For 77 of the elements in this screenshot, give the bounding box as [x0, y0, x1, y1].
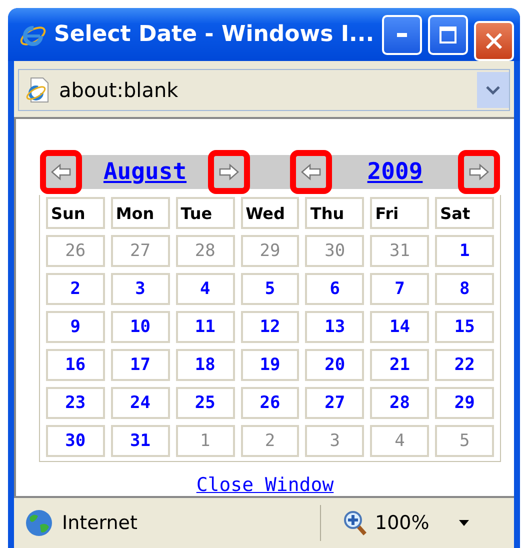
weekday-header: Sat	[435, 197, 494, 229]
zoom-icon	[343, 510, 367, 536]
day-cell[interactable]: 1	[435, 235, 494, 267]
weekday-header: Tue	[176, 197, 235, 229]
maximize-icon	[439, 26, 457, 44]
weekday-header: Sun	[46, 197, 105, 229]
close-icon	[485, 32, 503, 50]
month-link[interactable]: August	[82, 159, 208, 185]
day-cell[interactable]: 3	[110, 273, 170, 305]
day-cell[interactable]: 2	[46, 273, 105, 305]
maximize-button[interactable]	[428, 14, 468, 54]
day-cell[interactable]: 11	[176, 311, 235, 343]
day-cell[interactable]: 5	[240, 273, 300, 305]
day-cell[interactable]: 20	[305, 349, 364, 381]
day-cell[interactable]: 23	[46, 387, 105, 419]
day-cell[interactable]: 28	[370, 387, 430, 419]
window-title: Select Date - Windows I...	[54, 22, 376, 47]
chevron-down-icon	[485, 84, 501, 96]
day-cell[interactable]: 3	[305, 425, 364, 457]
security-zone-label: Internet	[62, 512, 138, 534]
next-button[interactable]	[458, 150, 500, 194]
day-cell[interactable]: 16	[46, 349, 105, 381]
previous-button[interactable]	[290, 150, 332, 194]
day-cell[interactable]: 7	[370, 273, 430, 305]
day-cell[interactable]: 14	[370, 311, 430, 343]
day-cell[interactable]: 27	[110, 235, 170, 267]
address-text: about:blank	[59, 78, 180, 102]
day-cell[interactable]: 22	[435, 349, 494, 381]
day-cell[interactable]: 28	[176, 235, 235, 267]
address-bar[interactable]: about:blank	[18, 69, 510, 111]
right-arrow-icon	[468, 163, 490, 181]
close-button[interactable]	[474, 20, 514, 60]
day-cell[interactable]: 2	[240, 425, 300, 457]
caret-icon[interactable]	[457, 518, 472, 528]
address-dropdown-button[interactable]	[477, 72, 509, 108]
day-cell[interactable]: 9	[46, 311, 105, 343]
left-arrow-icon	[50, 163, 72, 181]
weekday-header: Wed	[240, 197, 300, 229]
year-link[interactable]: 2009	[332, 159, 458, 185]
day-cell[interactable]: 30	[46, 425, 105, 457]
day-cell[interactable]: 26	[46, 235, 105, 267]
day-cell[interactable]: 24	[110, 387, 170, 419]
day-cell[interactable]: 27	[305, 387, 364, 419]
close-window-link[interactable]: Close Window	[196, 474, 334, 496]
previous-button[interactable]	[40, 150, 82, 194]
day-cell[interactable]: 31	[110, 425, 170, 457]
day-cell[interactable]: 4	[176, 273, 235, 305]
day-cell[interactable]: 29	[240, 235, 300, 267]
globe-icon	[24, 508, 54, 538]
minimize-icon	[397, 32, 407, 36]
day-cell[interactable]: 19	[240, 349, 300, 381]
day-cell[interactable]: 29	[435, 387, 494, 419]
right-arrow-icon	[218, 163, 240, 181]
day-cell[interactable]: 31	[370, 235, 430, 267]
day-cell[interactable]: 25	[176, 387, 235, 419]
day-cell[interactable]: 5	[435, 425, 494, 457]
weekday-header: Thu	[305, 197, 364, 229]
day-cell[interactable]: 8	[435, 273, 494, 305]
day-cell[interactable]: 15	[435, 311, 494, 343]
day-cell[interactable]: 30	[305, 235, 364, 267]
day-cell[interactable]: 6	[305, 273, 364, 305]
minimize-button[interactable]	[382, 14, 422, 54]
zoom-level[interactable]: 100%	[375, 512, 430, 534]
day-cell[interactable]: 18	[176, 349, 235, 381]
left-arrow-icon	[300, 163, 322, 181]
day-cell[interactable]: 4	[370, 425, 430, 457]
day-cell[interactable]: 13	[305, 311, 364, 343]
day-cell[interactable]: 12	[240, 311, 300, 343]
day-cell[interactable]: 21	[370, 349, 430, 381]
weekday-header: Mon	[110, 197, 170, 229]
day-cell[interactable]: 10	[110, 311, 170, 343]
page-icon	[25, 76, 51, 104]
day-cell[interactable]: 17	[110, 349, 170, 381]
day-cell[interactable]: 26	[240, 387, 300, 419]
next-button[interactable]	[208, 150, 250, 194]
day-cell[interactable]: 1	[176, 425, 235, 457]
weekday-header: Fri	[370, 197, 430, 229]
